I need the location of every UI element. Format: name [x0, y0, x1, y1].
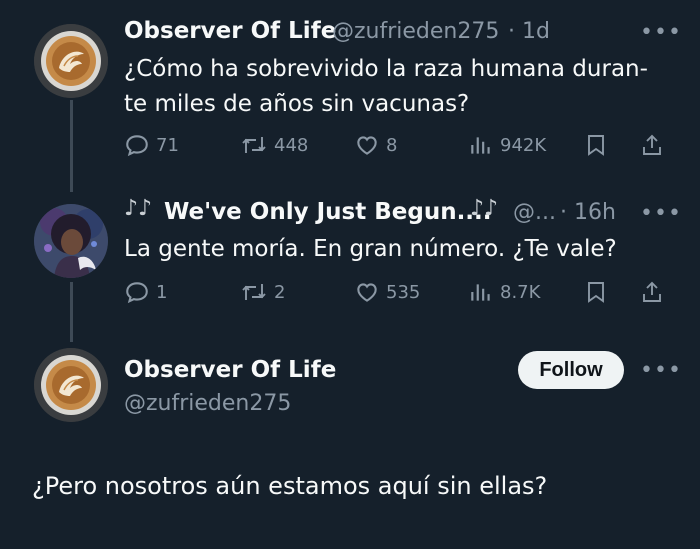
repost-button[interactable]: 2 [240, 279, 285, 305]
thread-line-1 [70, 100, 73, 192]
tweet-text: ¿Pero nosotros aún estamos aquí sin ella… [32, 472, 548, 500]
share-icon [643, 134, 661, 155]
repost-count: 448 [274, 134, 309, 156]
reply-count: 1 [156, 281, 168, 303]
view-count: 8.7K [500, 281, 541, 303]
tweet-text: La gente moría. En gran número. ¿Te vale… [124, 236, 617, 262]
timestamp[interactable]: · 1d [508, 19, 550, 44]
reply-button[interactable]: 1 [124, 279, 167, 305]
handle[interactable]: @zufrieden275 [124, 391, 291, 416]
latte-art-avatar-image [34, 348, 108, 422]
handle[interactable]: @zufrieden275 [332, 19, 499, 44]
repost-count: 2 [274, 281, 286, 303]
tweet-text-line: te miles de años sin vacunas? [124, 91, 470, 117]
share-button[interactable] [640, 132, 664, 158]
like-button[interactable]: 535 [354, 279, 420, 305]
repost-button[interactable]: 448 [240, 132, 308, 158]
reply-count: 71 [156, 134, 179, 156]
portrait-avatar-image [34, 204, 108, 278]
views-icon [471, 137, 490, 154]
handle[interactable]: @... [513, 200, 556, 225]
repost-icon [242, 284, 266, 300]
heart-icon [357, 136, 377, 155]
bookmark-icon [588, 282, 604, 303]
bookmark-button[interactable] [584, 279, 608, 305]
avatar[interactable] [34, 24, 108, 98]
repost-icon [242, 137, 266, 153]
like-count: 8 [386, 134, 398, 156]
music-note-icon: ♪♪ [124, 196, 153, 221]
reply-button[interactable]: 71 [124, 132, 179, 158]
avatar[interactable] [34, 204, 108, 278]
more-options-icon[interactable]: ••• [640, 201, 682, 226]
display-name[interactable]: Observer Of Life [124, 357, 336, 383]
display-name[interactable]: Observer Of Life [124, 18, 336, 44]
share-button[interactable] [640, 279, 664, 305]
share-icon [643, 281, 661, 302]
more-options-icon[interactable]: ••• [640, 20, 682, 45]
thread-line-2 [70, 282, 73, 342]
follow-button[interactable]: Follow [518, 351, 624, 389]
avatar[interactable] [34, 348, 108, 422]
like-count: 535 [386, 281, 421, 303]
reply-icon [126, 282, 148, 304]
heart-icon [357, 283, 377, 302]
more-options-icon[interactable]: ••• [640, 358, 682, 383]
tweet-text: ¿Cómo ha sobrevivido la raza humana dura… [124, 52, 684, 122]
reply-icon [126, 135, 148, 157]
views-button[interactable]: 8.7K [468, 279, 540, 305]
display-name[interactable]: We've Only Just Begun.... [164, 199, 492, 225]
like-button[interactable]: 8 [354, 132, 397, 158]
timestamp[interactable]: · 16h [560, 200, 616, 225]
tweet-text-line: ¿Cómo ha sobrevivido la raza humana dura… [124, 56, 648, 82]
bookmark-icon [588, 135, 604, 156]
views-button[interactable]: 942K [468, 132, 546, 158]
view-count: 942K [500, 134, 547, 156]
latte-art-avatar-image [34, 24, 108, 98]
music-note-icon: ♪♪ [470, 196, 499, 221]
bookmark-button[interactable] [584, 132, 608, 158]
views-icon [471, 284, 490, 301]
